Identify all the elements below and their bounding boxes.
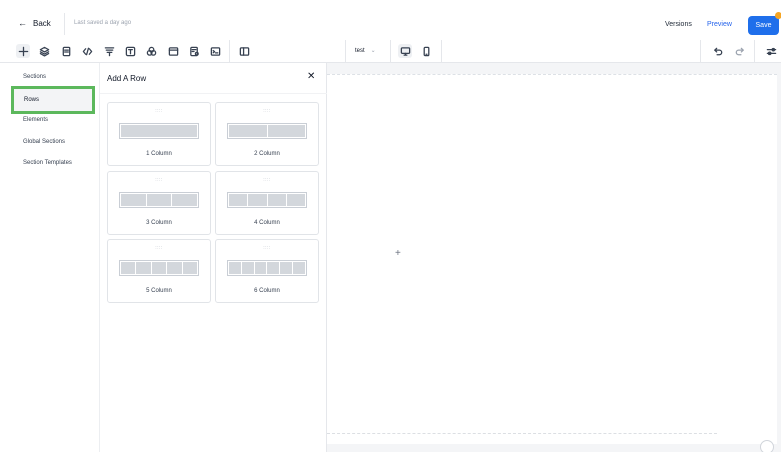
row-option-1-column[interactable]: :::: 1 Column <box>107 102 211 166</box>
column-block <box>229 125 267 137</box>
undo-icon[interactable] <box>711 44 725 58</box>
column-block <box>248 194 267 206</box>
drag-handle-icon[interactable]: :::: <box>108 108 210 114</box>
browser-icon[interactable] <box>166 44 180 58</box>
column-block <box>121 262 136 274</box>
desktop-icon[interactable] <box>398 44 412 58</box>
column-block <box>286 194 305 206</box>
nav-item-rows[interactable]: Rows <box>11 86 95 114</box>
mobile-icon[interactable] <box>419 44 433 58</box>
redo-icon[interactable] <box>732 44 746 58</box>
row-option-label: 2 Column <box>254 151 280 157</box>
column-block <box>280 262 293 274</box>
row-option-label: 6 Column <box>254 288 280 294</box>
panel-divider <box>100 93 328 94</box>
column-block <box>241 262 254 274</box>
save-button[interactable]: Save <box>748 16 779 35</box>
row-option-label: 1 Column <box>146 151 172 157</box>
canvas-guide-line <box>327 433 717 434</box>
versions-button[interactable]: Versions <box>665 21 692 28</box>
column-block <box>146 194 172 206</box>
builder-toolbar: test ⌄ <box>0 40 781 63</box>
form-icon[interactable] <box>187 44 201 58</box>
drag-handle-icon[interactable]: :::: <box>108 177 210 183</box>
close-icon[interactable]: ✕ <box>307 72 315 82</box>
column-block <box>136 262 151 274</box>
back-button[interactable]: ← Back <box>18 18 51 28</box>
add-section-icon[interactable]: + <box>395 248 401 259</box>
row-option-label: 5 Column <box>146 288 172 294</box>
row-preview <box>227 260 307 276</box>
chevron-down-icon: ⌄ <box>370 48 376 54</box>
toolbar-divider <box>700 40 701 63</box>
shapes-icon[interactable] <box>144 44 158 58</box>
nav-item-rows-label: Rows <box>24 97 40 103</box>
unsaved-indicator-dot <box>775 12 781 19</box>
column-block <box>267 125 305 137</box>
nav-item-global-sections[interactable]: Global Sections <box>23 139 65 145</box>
add-icon[interactable] <box>16 44 30 58</box>
toolbar-divider <box>441 40 442 63</box>
save-status: Last saved a day ago <box>74 20 132 26</box>
row-option-6-column[interactable]: :::: 6 Column <box>215 239 319 303</box>
back-label: Back <box>33 18 51 28</box>
divider <box>64 13 65 35</box>
sliders-icon[interactable] <box>764 44 778 58</box>
row-option-5-column[interactable]: :::: 5 Column <box>107 239 211 303</box>
toolbar-divider <box>229 40 230 63</box>
column-block <box>172 194 198 206</box>
nav-item-sections[interactable]: Sections <box>23 74 46 80</box>
column-block <box>229 262 241 274</box>
back-arrow-icon: ← <box>18 18 27 28</box>
row-preview <box>119 192 199 208</box>
row-option-3-column[interactable]: :::: 3 Column <box>107 171 211 235</box>
preview-button[interactable]: Preview <box>707 21 732 28</box>
toolbar-divider <box>390 40 391 63</box>
device-select-value: test <box>355 47 365 54</box>
row-preview <box>119 123 199 139</box>
page-canvas[interactable] <box>327 74 777 444</box>
column-block <box>254 262 267 274</box>
row-option-2-column[interactable]: :::: 2 Column <box>215 102 319 166</box>
drag-handle-icon[interactable]: :::: <box>108 245 210 251</box>
funnel-icon[interactable] <box>102 44 116 58</box>
nav-item-section-templates[interactable]: Section Templates <box>23 160 72 166</box>
column-block <box>151 262 167 274</box>
toolbar-divider <box>345 40 346 63</box>
column-block <box>267 262 280 274</box>
row-preview <box>227 192 307 208</box>
column-block <box>229 194 248 206</box>
page-icon[interactable] <box>59 44 73 58</box>
column-block <box>293 262 305 274</box>
device-select[interactable]: test ⌄ <box>355 47 376 55</box>
text-icon[interactable] <box>123 44 137 58</box>
column-block <box>167 262 182 274</box>
row-option-label: 3 Column <box>146 220 172 226</box>
drag-handle-icon[interactable]: :::: <box>216 108 318 114</box>
toolbar-divider <box>754 40 755 63</box>
layers-icon[interactable] <box>37 44 51 58</box>
drag-handle-icon[interactable]: :::: <box>216 177 318 183</box>
help-icon[interactable] <box>760 440 774 452</box>
left-nav: Sections Elements Global Sections Sectio… <box>0 63 99 452</box>
row-option-4-column[interactable]: :::: 4 Column <box>215 171 319 235</box>
row-option-label: 4 Column <box>254 220 280 226</box>
top-bar: ← Back Last saved a day ago Versions Pre… <box>0 0 781 40</box>
row-preview <box>119 260 199 276</box>
drag-handle-icon[interactable]: :::: <box>216 245 318 251</box>
columns-icon[interactable] <box>237 44 251 58</box>
panel-title: Add A Row <box>107 74 147 83</box>
column-block <box>182 262 198 274</box>
terminal-icon[interactable] <box>208 44 222 58</box>
column-block <box>121 194 146 206</box>
column-block <box>267 194 286 206</box>
add-row-panel: Add A Row ✕ :::: 1 Column :::: 2 Column … <box>99 63 328 452</box>
row-preview <box>227 123 307 139</box>
column-block <box>121 125 197 137</box>
nav-item-elements[interactable]: Elements <box>23 117 48 123</box>
code-icon[interactable] <box>80 44 94 58</box>
